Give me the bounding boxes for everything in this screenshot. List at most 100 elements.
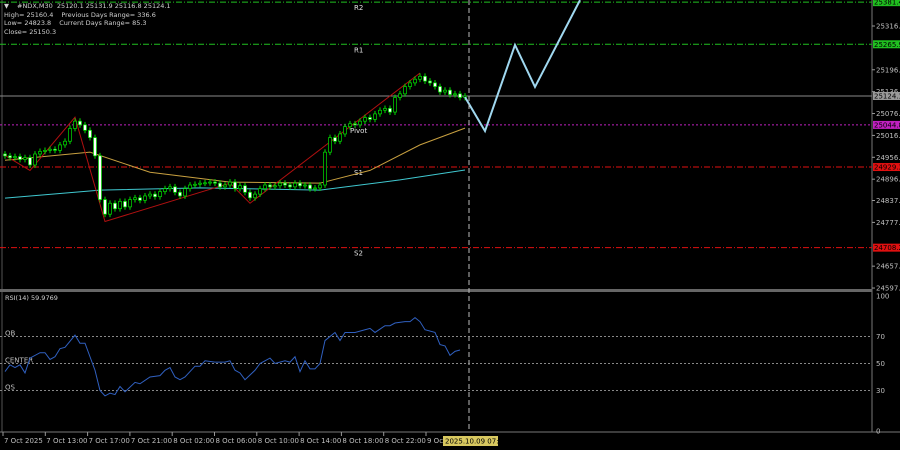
- trading-chart-window: 25316.025196.025136.025076.025016.024956…: [0, 0, 900, 450]
- candle-body: [383, 108, 387, 111]
- candle-body: [358, 120, 362, 126]
- candle-body: [403, 86, 407, 95]
- candle-body: [113, 202, 117, 210]
- level-label-s2: S2: [354, 250, 363, 258]
- candle: [378, 107, 382, 117]
- candle: [98, 152, 102, 203]
- candle: [133, 194, 137, 203]
- candle-body: [343, 126, 347, 135]
- price-tick-label: 25316.0: [876, 23, 900, 31]
- candle-body: [438, 86, 442, 93]
- candle: [3, 151, 7, 159]
- candle: [293, 180, 297, 190]
- candle: [333, 134, 337, 145]
- candle-body: [178, 191, 182, 197]
- candle: [418, 73, 422, 83]
- candle-body: [268, 184, 272, 188]
- candle-body: [253, 193, 257, 199]
- candle-body: [388, 108, 392, 113]
- candle: [58, 141, 62, 154]
- candle-body: [108, 202, 112, 215]
- time-tick-label: 8 Oct 22:00: [385, 437, 426, 445]
- candle-body: [163, 188, 167, 192]
- candle: [238, 182, 242, 192]
- candle-body: [138, 197, 142, 201]
- moving-average-slow: [4, 127, 466, 184]
- candle: [253, 191, 257, 201]
- candle-body: [418, 75, 422, 80]
- candle: [38, 148, 42, 157]
- candle-body: [453, 93, 457, 96]
- candle-body: [58, 144, 62, 151]
- rsi-tick-label: 70: [876, 333, 885, 341]
- level-label-r1: R1: [354, 46, 363, 54]
- ohlc-header: ▼ #NDX,M30 25120.1 25131.9 25116.8 25124.…: [4, 2, 179, 36]
- candle-body: [3, 153, 7, 157]
- candle: [313, 185, 317, 192]
- collapse-triangle-icon[interactable]: ▼: [4, 2, 9, 10]
- level-price-label: 24929.3: [874, 164, 900, 172]
- candle-body: [28, 157, 32, 166]
- candle-body: [233, 181, 237, 190]
- candle-body: [218, 182, 222, 188]
- candle-body: [123, 201, 127, 208]
- price-tick-label: 25196.0: [876, 66, 900, 74]
- candle-body: [433, 82, 437, 87]
- candle-body: [238, 185, 242, 190]
- candle: [198, 180, 202, 188]
- rsi-tick-label: 50: [876, 360, 885, 368]
- price-tick-label: 24777.5: [876, 219, 900, 227]
- candle-body: [53, 148, 57, 151]
- candle: [328, 134, 332, 156]
- candle-body: [83, 124, 87, 131]
- candle: [158, 188, 162, 200]
- price-tick-label: 24956.0: [876, 154, 900, 162]
- candle: [83, 121, 87, 134]
- chart-canvas[interactable]: 25316.025196.025136.025076.025016.024956…: [0, 0, 900, 450]
- candle-body: [38, 151, 42, 155]
- pane-separator: [0, 289, 872, 292]
- candle: [373, 110, 377, 123]
- candle: [248, 189, 252, 201]
- time-tick-label: 8 Oct 10:00: [258, 437, 299, 445]
- candle-body: [258, 188, 262, 195]
- candle: [68, 125, 72, 145]
- candle: [298, 180, 302, 189]
- candle-body: [228, 181, 232, 186]
- projection-line: [464, 0, 581, 134]
- level-label-pivot: Pivot: [350, 127, 367, 135]
- candle-body: [88, 129, 92, 138]
- candle-body: [458, 93, 462, 98]
- zigzag-line: [4, 72, 421, 223]
- candle-body: [323, 151, 327, 186]
- candle-body: [8, 155, 12, 159]
- candle: [23, 154, 27, 163]
- candle: [188, 182, 192, 192]
- candle: [203, 179, 207, 187]
- candle-body: [398, 93, 402, 98]
- level-label-r2: R2: [354, 4, 363, 12]
- candle: [153, 191, 157, 200]
- high-value: High= 25160.4: [4, 10, 54, 19]
- candle-body: [393, 97, 397, 113]
- candle: [148, 191, 152, 199]
- candle: [393, 94, 397, 115]
- rsi-level-label: OS: [5, 384, 16, 392]
- candle: [138, 194, 142, 204]
- candle: [423, 73, 427, 84]
- candle-body: [13, 156, 17, 159]
- candle-body: [98, 155, 102, 200]
- candle-body: [303, 184, 307, 187]
- candle-body: [173, 186, 177, 193]
- candle-body: [353, 123, 357, 126]
- candle-body: [318, 184, 322, 189]
- candle-body: [103, 199, 107, 215]
- candle-body: [378, 109, 382, 115]
- candle-body: [73, 120, 77, 129]
- candle: [93, 134, 97, 159]
- time-tick-label: 8 Oct 06:00: [216, 437, 257, 445]
- candle-body: [298, 182, 302, 187]
- candle: [243, 182, 247, 196]
- candle-body: [48, 148, 52, 151]
- candle: [458, 90, 462, 101]
